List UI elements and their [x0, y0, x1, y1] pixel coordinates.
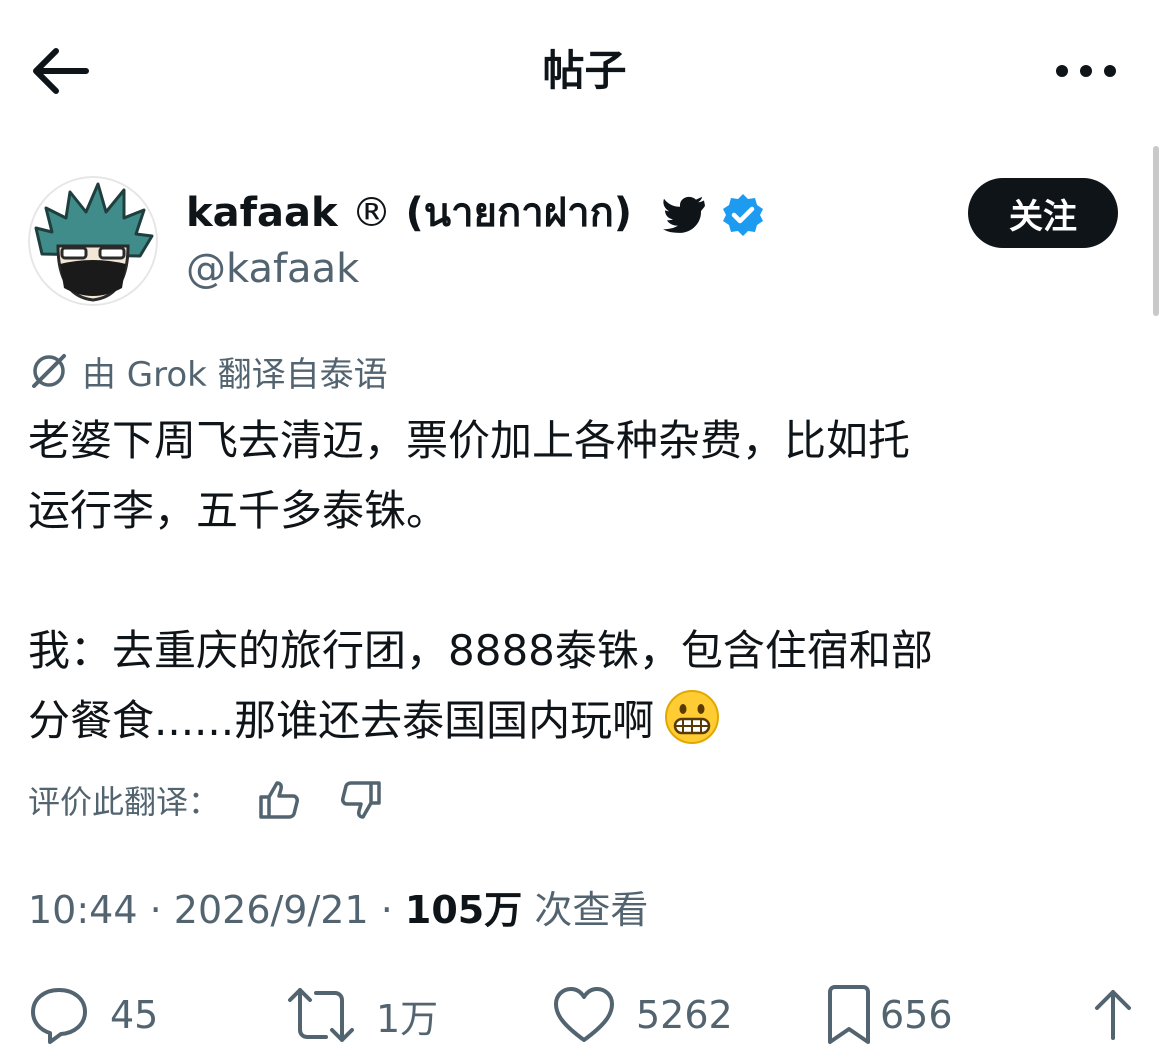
meta-separator: · — [149, 888, 162, 932]
avatar[interactable] — [28, 176, 158, 306]
post-date: 2026/9/21 — [173, 888, 369, 932]
user-handle[interactable]: @kafaak — [186, 242, 359, 296]
post-meta: 10:44 · 2026/9/21 · 105万 次查看 — [28, 882, 648, 938]
bookmark-count: 656 — [880, 993, 953, 1037]
like-count: 5262 — [636, 993, 733, 1037]
meta-separator: · — [380, 888, 393, 932]
reply-icon — [31, 988, 87, 1044]
verified-badge-icon — [720, 192, 766, 238]
follow-button[interactable]: 关注 — [968, 178, 1118, 248]
translation-note: 由 Grok 翻译自泰语 — [28, 346, 388, 396]
view-label: 次查看 — [534, 888, 649, 932]
reply-button[interactable]: 45 — [28, 984, 158, 1046]
page-title: 帖子 — [542, 46, 627, 95]
heart-icon — [554, 987, 614, 1042]
bookmark-icon — [828, 985, 870, 1044]
repost-icon — [288, 988, 354, 1042]
more-button[interactable] — [1048, 44, 1124, 98]
post-time: 10:44 — [28, 888, 138, 932]
thumbs-down-icon[interactable] — [338, 777, 384, 823]
registered-mark: ® — [351, 190, 392, 236]
post-line: 运行李，五千多泰铢。 — [28, 486, 449, 535]
rate-translation-label: 评价此翻译： — [28, 783, 221, 821]
like-button[interactable]: 5262 — [552, 984, 733, 1046]
post-line: 老婆下周飞去清迈，票价加上各种杂费，比如托 — [28, 416, 911, 465]
share-icon — [1095, 990, 1131, 1040]
post-line-with-emoji: 分餐食......那谁还去泰国国内玩啊 — [28, 686, 720, 756]
repost-button[interactable]: 1万 — [286, 984, 438, 1046]
share-button[interactable] — [1090, 986, 1136, 1044]
more-horizontal-icon — [1056, 65, 1116, 77]
translation-note-text: 由 Grok 翻译自泰语 — [82, 354, 388, 395]
bird-icon — [662, 196, 706, 234]
repost-count: 1万 — [376, 996, 439, 1041]
post-line: 分餐食......那谁还去泰国国内玩啊 — [28, 696, 655, 745]
post-line: 我：去重庆的旅行团，8888泰铢，包含住宿和部 — [28, 626, 933, 675]
bookmark-button[interactable]: 656 — [824, 984, 953, 1046]
rate-translation: 评价此翻译： — [28, 772, 384, 828]
view-count: 105万 — [404, 888, 523, 932]
display-name-text: kafaak — [186, 190, 338, 236]
scrollbar[interactable] — [1153, 146, 1159, 316]
grok-icon — [32, 354, 66, 388]
display-name-suffix: (นายกาฝาก) — [405, 190, 633, 236]
grimacing-face-icon — [664, 689, 720, 745]
thumbs-up-icon[interactable] — [256, 777, 302, 823]
reply-count: 45 — [110, 993, 159, 1037]
display-name[interactable]: kafaak ® (นายกาฝาก) — [186, 186, 632, 240]
